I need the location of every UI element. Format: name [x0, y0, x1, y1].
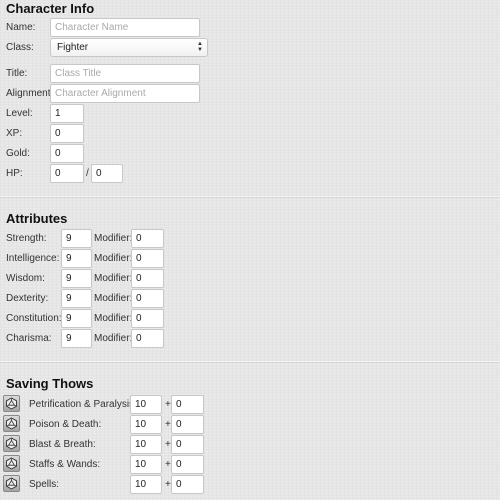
xp-input[interactable]	[50, 124, 84, 143]
saving-throw-row-poison: Poison & Death: +	[0, 415, 500, 434]
attribute-label: Charisma:	[6, 333, 52, 344]
wisdom-score-input[interactable]	[61, 269, 92, 288]
attribute-label: Dexterity:	[6, 293, 49, 304]
spells-bonus-input[interactable]	[171, 475, 204, 494]
attribute-row-wisdom: Wisdom: Modifier:	[6, 269, 500, 288]
hp-row: HP: /	[6, 164, 500, 183]
xp-label: XP:	[6, 128, 23, 139]
attribute-row-constitution: Constitution: Modifier:	[6, 309, 500, 328]
blast-bonus-input[interactable]	[171, 435, 204, 454]
class-title-input[interactable]	[50, 64, 200, 83]
xp-row: XP:	[6, 124, 500, 143]
saving-throw-row-petrification: Petrification & Paralysis: +	[0, 395, 500, 414]
wisdom-modifier-input[interactable]	[131, 269, 164, 288]
attribute-label: Constitution:	[6, 313, 62, 324]
charisma-score-input[interactable]	[61, 329, 92, 348]
saving-throw-row-staffs: Staffs & Wands: +	[0, 455, 500, 474]
modifier-label: Modifier:	[94, 313, 133, 324]
level-label: Level:	[6, 108, 33, 119]
select-updown-arrows-icon: ▲ ▼	[197, 41, 203, 53]
modifier-label: Modifier:	[94, 293, 133, 304]
section-divider	[0, 196, 500, 197]
dexterity-modifier-input[interactable]	[131, 289, 164, 308]
saving-throw-label: Staffs & Wands:	[29, 459, 101, 470]
saving-throw-row-blast: Blast & Breath: +	[0, 435, 500, 454]
character-info-heading: Character Info	[6, 1, 95, 16]
strength-score-input[interactable]	[61, 229, 92, 248]
plus-sign: +	[165, 479, 171, 490]
modifier-label: Modifier:	[94, 333, 133, 344]
saving-throw-label: Spells:	[29, 479, 60, 490]
attribute-label: Intelligence:	[6, 253, 60, 264]
modifier-label: Modifier:	[94, 273, 133, 284]
modifier-label: Modifier:	[94, 233, 133, 244]
attribute-row-intelligence: Intelligence: Modifier:	[6, 249, 500, 268]
modifier-label: Modifier:	[94, 253, 133, 264]
title-label: Title:	[6, 68, 28, 79]
level-row: Level:	[6, 104, 500, 123]
d20-die-icon	[6, 417, 17, 430]
saving-throw-label: Poison & Death:	[29, 419, 102, 430]
staffs-save-input[interactable]	[130, 455, 162, 474]
blast-save-input[interactable]	[130, 435, 162, 454]
poison-save-input[interactable]	[130, 415, 162, 434]
plus-sign: +	[165, 419, 171, 430]
gold-row: Gold:	[6, 144, 500, 163]
roll-save-button[interactable]	[3, 415, 20, 432]
gold-input[interactable]	[50, 144, 84, 163]
d20-die-icon	[6, 477, 17, 490]
poison-bonus-input[interactable]	[171, 415, 204, 434]
intelligence-modifier-input[interactable]	[131, 249, 164, 268]
d20-die-icon	[6, 437, 17, 450]
class-select-value: Fighter	[57, 42, 89, 53]
roll-save-button[interactable]	[3, 475, 20, 492]
attribute-label: Strength:	[6, 233, 47, 244]
hp-label: HP:	[6, 168, 23, 179]
alignment-label: Alignment:	[6, 88, 54, 99]
d20-die-icon	[6, 397, 17, 410]
strength-modifier-input[interactable]	[131, 229, 164, 248]
attribute-row-strength: Strength: Modifier:	[6, 229, 500, 248]
name-label: Name:	[6, 22, 36, 33]
plus-sign: +	[165, 439, 171, 450]
hp-separator: /	[86, 168, 89, 179]
class-row: Class: Fighter ▲ ▼	[6, 38, 500, 57]
alignment-input[interactable]	[50, 84, 200, 103]
constitution-score-input[interactable]	[61, 309, 92, 328]
saving-throws-heading: Saving Thows	[6, 376, 94, 391]
attribute-label: Wisdom:	[6, 273, 45, 284]
d20-die-icon	[6, 457, 17, 470]
hp-max-input[interactable]	[91, 164, 123, 183]
staffs-bonus-input[interactable]	[171, 455, 204, 474]
saving-throw-label: Petrification & Paralysis:	[29, 399, 137, 410]
attribute-row-charisma: Charisma: Modifier:	[6, 329, 500, 348]
constitution-modifier-input[interactable]	[131, 309, 164, 328]
level-input[interactable]	[50, 104, 84, 123]
section-divider	[0, 361, 500, 362]
spells-save-input[interactable]	[130, 475, 162, 494]
intelligence-score-input[interactable]	[61, 249, 92, 268]
dexterity-score-input[interactable]	[61, 289, 92, 308]
class-label: Class:	[6, 42, 34, 53]
roll-save-button[interactable]	[3, 395, 20, 412]
attribute-row-dexterity: Dexterity: Modifier:	[6, 289, 500, 308]
charisma-modifier-input[interactable]	[131, 329, 164, 348]
title-row: Title:	[6, 64, 500, 83]
name-input[interactable]	[50, 18, 200, 37]
petrification-save-input[interactable]	[130, 395, 162, 414]
saving-throw-row-spells: Spells: +	[0, 475, 500, 494]
roll-save-button[interactable]	[3, 455, 20, 472]
hp-current-input[interactable]	[50, 164, 84, 183]
saving-throw-label: Blast & Breath:	[29, 439, 96, 450]
petrification-bonus-input[interactable]	[171, 395, 204, 414]
attributes-heading: Attributes	[6, 211, 68, 226]
alignment-row: Alignment:	[6, 84, 500, 103]
roll-save-button[interactable]	[3, 435, 20, 452]
class-select[interactable]: Fighter ▲ ▼	[50, 38, 208, 57]
plus-sign: +	[165, 459, 171, 470]
plus-sign: +	[165, 399, 171, 410]
name-row: Name:	[6, 18, 500, 37]
gold-label: Gold:	[6, 148, 30, 159]
